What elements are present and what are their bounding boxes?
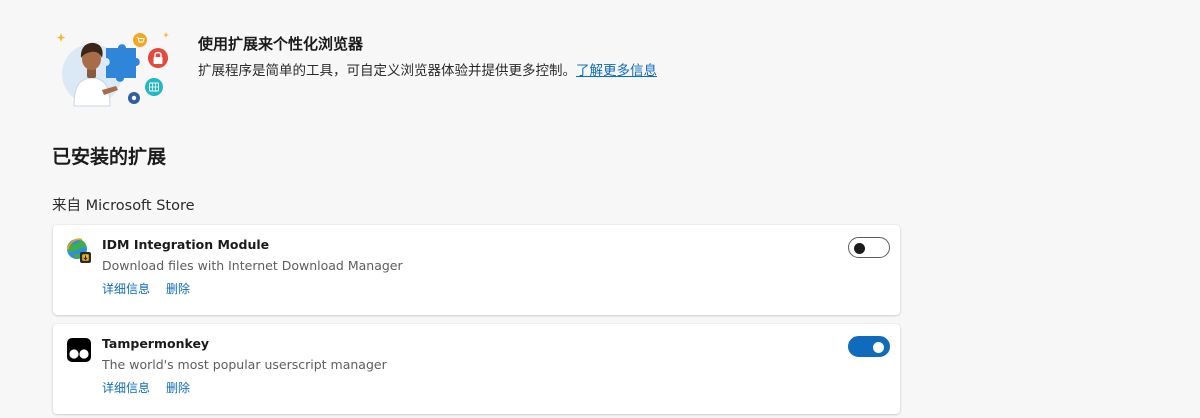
learn-more-link[interactable]: 了解更多信息 xyxy=(576,63,657,79)
source-label: 来自 Microsoft Store xyxy=(52,198,195,214)
extension-name: Tampermonkey xyxy=(102,336,210,351)
remove-link[interactable]: 删除 xyxy=(166,381,190,395)
extensions-page: 使用扩展来个性化浏览器 扩展程序是简单的工具，可自定义浏览器体验并提供更多控制。… xyxy=(0,0,1200,418)
hero-title: 使用扩展来个性化浏览器 xyxy=(198,35,364,53)
extensions-illustration xyxy=(56,32,169,107)
toggle-knob xyxy=(873,341,884,353)
remove-link[interactable]: 删除 xyxy=(166,282,190,296)
hero-text: 使用扩展来个性化浏览器 扩展程序是简单的工具，可自定义浏览器体验并提供更多控制。… xyxy=(198,34,657,81)
extension-actions: 详细信息 删除 xyxy=(102,380,206,396)
details-link[interactable]: 详细信息 xyxy=(102,381,150,395)
extension-name: IDM Integration Module xyxy=(102,237,270,252)
extension-toggle-idm[interactable] xyxy=(848,237,890,258)
details-link[interactable]: 详细信息 xyxy=(102,282,150,296)
idm-globe-icon xyxy=(66,238,91,263)
tampermonkey-icon xyxy=(67,338,91,362)
installed-extensions-heading: 已安装的扩展 xyxy=(52,146,167,168)
hero-description: 扩展程序是简单的工具，可自定义浏览器体验并提供更多控制。了解更多信息 xyxy=(198,61,657,81)
extension-description: The world's most popular userscript mana… xyxy=(102,357,387,372)
toggle-knob xyxy=(854,242,865,254)
hero-banner: 使用扩展来个性化浏览器 扩展程序是简单的工具，可自定义浏览器体验并提供更多控制。… xyxy=(52,28,912,112)
extension-description: Download files with Internet Download Ma… xyxy=(102,258,403,273)
hero-description-text: 扩展程序是简单的工具，可自定义浏览器体验并提供更多控制。 xyxy=(198,63,576,79)
extension-card-tampermonkey: Tampermonkey The world's most popular us… xyxy=(53,324,900,414)
extension-toggle-tampermonkey[interactable] xyxy=(848,336,890,357)
extension-card-idm: IDM Integration Module Download files wi… xyxy=(53,225,900,315)
extension-actions: 详细信息 删除 xyxy=(102,281,206,297)
